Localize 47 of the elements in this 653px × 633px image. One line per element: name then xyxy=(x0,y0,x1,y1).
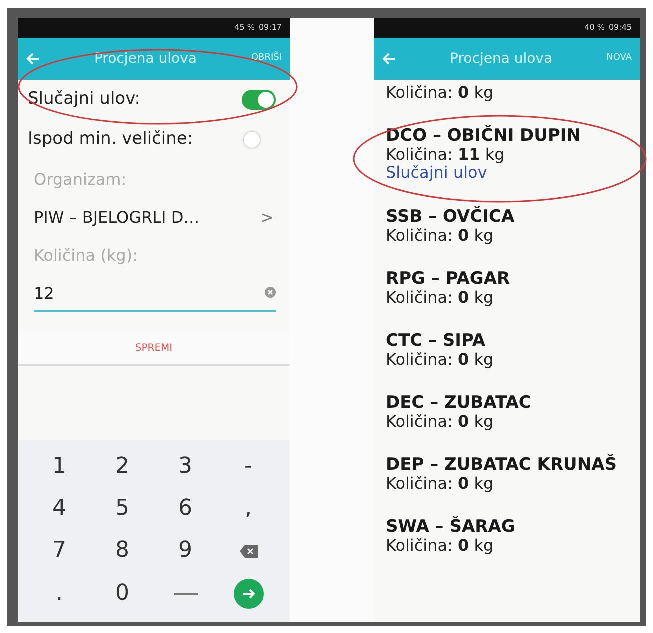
quantity-text: Količina: 0 kg xyxy=(386,474,495,494)
quantity-text: Količina: 11 kg xyxy=(386,146,506,164)
species-title: DCO – OBIČNI DUPIN xyxy=(386,127,582,146)
screen-title: Procjena ulova xyxy=(449,50,554,68)
screen-title: Procjena ulova xyxy=(93,50,198,68)
keyboard-key[interactable]: 2 xyxy=(108,452,138,482)
species-title: RPG – PAGAR xyxy=(386,270,512,289)
quantity-text: Količina: 0 kg xyxy=(386,226,495,245)
keyboard-key[interactable]: , xyxy=(237,494,260,524)
space-bar-icon xyxy=(174,592,198,595)
clear-icon[interactable] xyxy=(265,287,276,298)
species-title: DEP – ZUBATAC KRUNAŠ xyxy=(386,456,618,475)
species-title: SSB – OVČICA xyxy=(386,208,516,227)
enter-key[interactable] xyxy=(234,579,264,610)
species-title: SWA – ŠARAG xyxy=(386,518,516,537)
back-icon[interactable] xyxy=(382,52,396,66)
keyboard-key[interactable]: 3 xyxy=(170,452,200,482)
quantity-text: Količina: 0 kg xyxy=(386,412,495,432)
switch-label: Ispod min. veličine: xyxy=(28,128,194,152)
keyboard-key[interactable]: 0 xyxy=(108,580,138,609)
battery-level: 40 % xyxy=(584,22,605,34)
back-icon[interactable] xyxy=(26,52,40,66)
keyboard-key[interactable]: 5 xyxy=(108,494,138,524)
quantity-text: Količina: 0 kg xyxy=(386,350,495,370)
clock-time: 09:45 xyxy=(608,22,632,34)
keyboard-key[interactable]: 4 xyxy=(44,494,74,524)
quantity-text: Količina: 0 kg xyxy=(386,288,495,308)
field-label: Količina (kg): xyxy=(33,245,139,267)
toggle-switch[interactable] xyxy=(242,90,276,110)
quantity-text: Količina: 0 kg xyxy=(386,536,495,556)
clock-time: 09:17 xyxy=(258,22,282,34)
battery-level: 45 % xyxy=(234,22,255,34)
keyboard-key[interactable]: - xyxy=(236,452,260,482)
species-title: CTC – SIPA xyxy=(386,332,487,351)
keyboard-key[interactable]: 6 xyxy=(170,494,200,524)
keyboard-key[interactable]: 9 xyxy=(170,537,200,566)
backspace-icon xyxy=(240,544,258,558)
keyboard-key[interactable]: 7 xyxy=(44,537,74,566)
quantity-text: Količina: 0 kg xyxy=(386,84,495,102)
keyboard-key[interactable]: 8 xyxy=(108,537,138,566)
field-label: Organizam: xyxy=(33,169,128,191)
switch-label: Slučajni ulov: xyxy=(28,88,140,112)
organism-selector[interactable]: PIW – BJELOGRLI D… > xyxy=(18,200,290,236)
catch-note: Slučajni ulov xyxy=(386,164,488,183)
species-title: DEC – ZUBATAC xyxy=(386,394,532,413)
keyboard-key[interactable]: . xyxy=(48,580,71,609)
keyboard-key[interactable]: 1 xyxy=(44,452,74,482)
